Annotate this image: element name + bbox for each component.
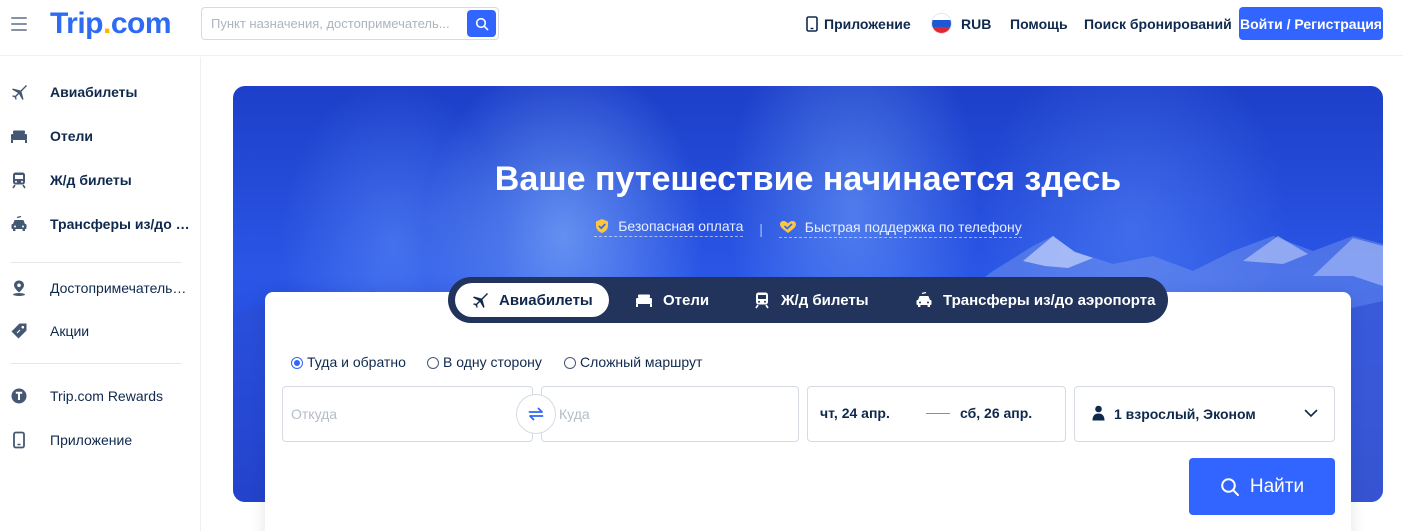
return-date[interactable]: сб, 26 апр.	[960, 405, 1032, 422]
find-flights-button[interactable]: Найти	[1189, 458, 1335, 515]
sidebar-item-flights[interactable]: Авиабилеты	[0, 72, 200, 112]
header-search	[201, 7, 499, 40]
sidebar-item-label: Trip.com Rewards	[50, 388, 164, 404]
bed-icon	[10, 127, 28, 145]
sidebar-item-hotels[interactable]: Отели	[0, 116, 200, 156]
radio-selected[interactable]	[291, 356, 303, 369]
app-link[interactable]: Приложение	[806, 15, 911, 33]
passengers-class-value: 1 взрослый, Эконом	[1114, 406, 1256, 422]
trip-type-label: Сложный маршрут	[580, 354, 703, 370]
logo-dot: .	[103, 7, 111, 40]
to-field	[541, 386, 799, 442]
badge-separator: |	[759, 221, 763, 237]
radio-unselected[interactable]	[564, 356, 576, 369]
bed-icon	[636, 294, 652, 307]
tab-label: Ж/д билеты	[781, 291, 869, 309]
menu-icon[interactable]	[11, 17, 27, 31]
to-input[interactable]	[542, 387, 798, 441]
plane-icon	[473, 293, 488, 308]
sidebar-item-label: Достопримечательно...	[50, 280, 194, 296]
currency-selector[interactable]: RUB	[961, 15, 991, 33]
sidebar-item-label: Приложение	[50, 432, 133, 448]
rewards-icon	[10, 387, 28, 405]
phone-support-label: Быстрая поддержка по телефону	[804, 219, 1022, 235]
tab-airport-transfers[interactable]: Трансферы из/до аэропорта	[899, 283, 1171, 317]
logo-text-main: Trip	[50, 7, 104, 40]
header-search-button[interactable]	[467, 10, 496, 37]
one-way-option[interactable]: В одну сторону	[427, 354, 542, 371]
chevron-down-icon[interactable]	[1304, 409, 1318, 418]
search-icon	[475, 17, 488, 30]
person-icon	[1092, 405, 1105, 421]
tag-icon	[10, 322, 28, 340]
hero-badges: Безопасная оплата | Быстрая поддержка по…	[233, 217, 1383, 238]
tab-label: Отели	[663, 291, 710, 309]
swap-cities-button[interactable]	[516, 394, 556, 434]
map-pin-icon	[10, 279, 28, 297]
sidebar-item-attractions[interactable]: Достопримечательно...	[0, 268, 200, 308]
tab-label: Трансферы из/до аэропорта	[943, 291, 1156, 309]
tab-label: Авиабилеты	[499, 291, 593, 309]
find-booking-link[interactable]: Поиск бронирований	[1084, 15, 1232, 33]
swap-icon	[528, 407, 544, 421]
heart-check-icon	[779, 221, 796, 233]
from-input[interactable]	[283, 387, 532, 441]
find-button-label: Найти	[1249, 475, 1305, 497]
top-header: Trip.com Приложение RUB Помощь Поиск бро…	[0, 0, 1403, 56]
sidebar-item-deals[interactable]: Акции	[0, 311, 200, 351]
phone-support-badge[interactable]: Быстрая поддержка по телефону	[778, 218, 1022, 238]
search-icon	[1221, 477, 1239, 496]
trip-type-label: В одну сторону	[443, 354, 542, 370]
secure-payment-badge[interactable]: Безопасная оплата	[594, 217, 744, 237]
from-field	[282, 386, 533, 442]
sidebar-item-trains[interactable]: Ж/д билеты	[0, 160, 200, 200]
header-search-input[interactable]	[202, 8, 464, 39]
trip-type-label: Туда и обратно	[307, 354, 406, 370]
login-register-button[interactable]: Войти / Регистрация	[1239, 7, 1383, 40]
depart-date[interactable]: чт, 24 апр.	[820, 405, 890, 422]
logo-text-tail: com	[110, 7, 172, 40]
russia-flag-icon[interactable]	[932, 14, 951, 33]
sidebar-divider	[10, 262, 182, 263]
sidebar-item-label: Акции	[50, 323, 90, 339]
train-icon	[755, 292, 769, 309]
tab-trains[interactable]: Ж/д билеты	[737, 283, 885, 317]
phone-icon	[806, 16, 818, 32]
sidebar-item-label: Ж/д билеты	[50, 172, 132, 188]
round-trip-option[interactable]: Туда и обратно	[291, 354, 406, 371]
sidebar-item-label: Трансферы из/до аэ...	[50, 216, 194, 232]
phone-icon	[10, 431, 28, 449]
sidebar-item-transfers[interactable]: Трансферы из/до аэ...	[0, 204, 200, 244]
trip-logo[interactable]: Trip.com	[50, 6, 172, 42]
secure-payment-label: Безопасная оплата	[618, 218, 744, 234]
sidebar-divider	[10, 363, 182, 364]
shield-check-icon	[596, 219, 609, 233]
radio-unselected[interactable]	[427, 356, 439, 369]
left-sidebar: Авиабилеты Отели Ж/д билеты Трансферы из…	[0, 57, 201, 531]
help-link[interactable]: Помощь	[1010, 15, 1068, 33]
car-icon	[10, 215, 28, 233]
sidebar-item-label: Отели	[50, 128, 94, 144]
sidebar-item-app[interactable]: Приложение	[0, 420, 200, 460]
plane-icon	[10, 83, 28, 101]
hero-title: Ваше путешествие начинается здесь	[494, 160, 1122, 198]
product-tabs: Авиабилеты Отели Ж/д билеты Трансферы из…	[448, 277, 1168, 323]
tab-flights[interactable]: Авиабилеты	[455, 283, 609, 317]
app-link-label: Приложение	[824, 16, 911, 32]
multi-city-option[interactable]: Сложный маршрут	[564, 354, 702, 371]
sidebar-item-label: Авиабилеты	[50, 84, 138, 100]
car-icon	[916, 291, 932, 307]
tab-hotels[interactable]: Отели	[619, 283, 725, 317]
sidebar-item-rewards[interactable]: Trip.com Rewards	[0, 376, 200, 416]
date-range-dash	[926, 413, 950, 414]
train-icon	[10, 171, 28, 189]
